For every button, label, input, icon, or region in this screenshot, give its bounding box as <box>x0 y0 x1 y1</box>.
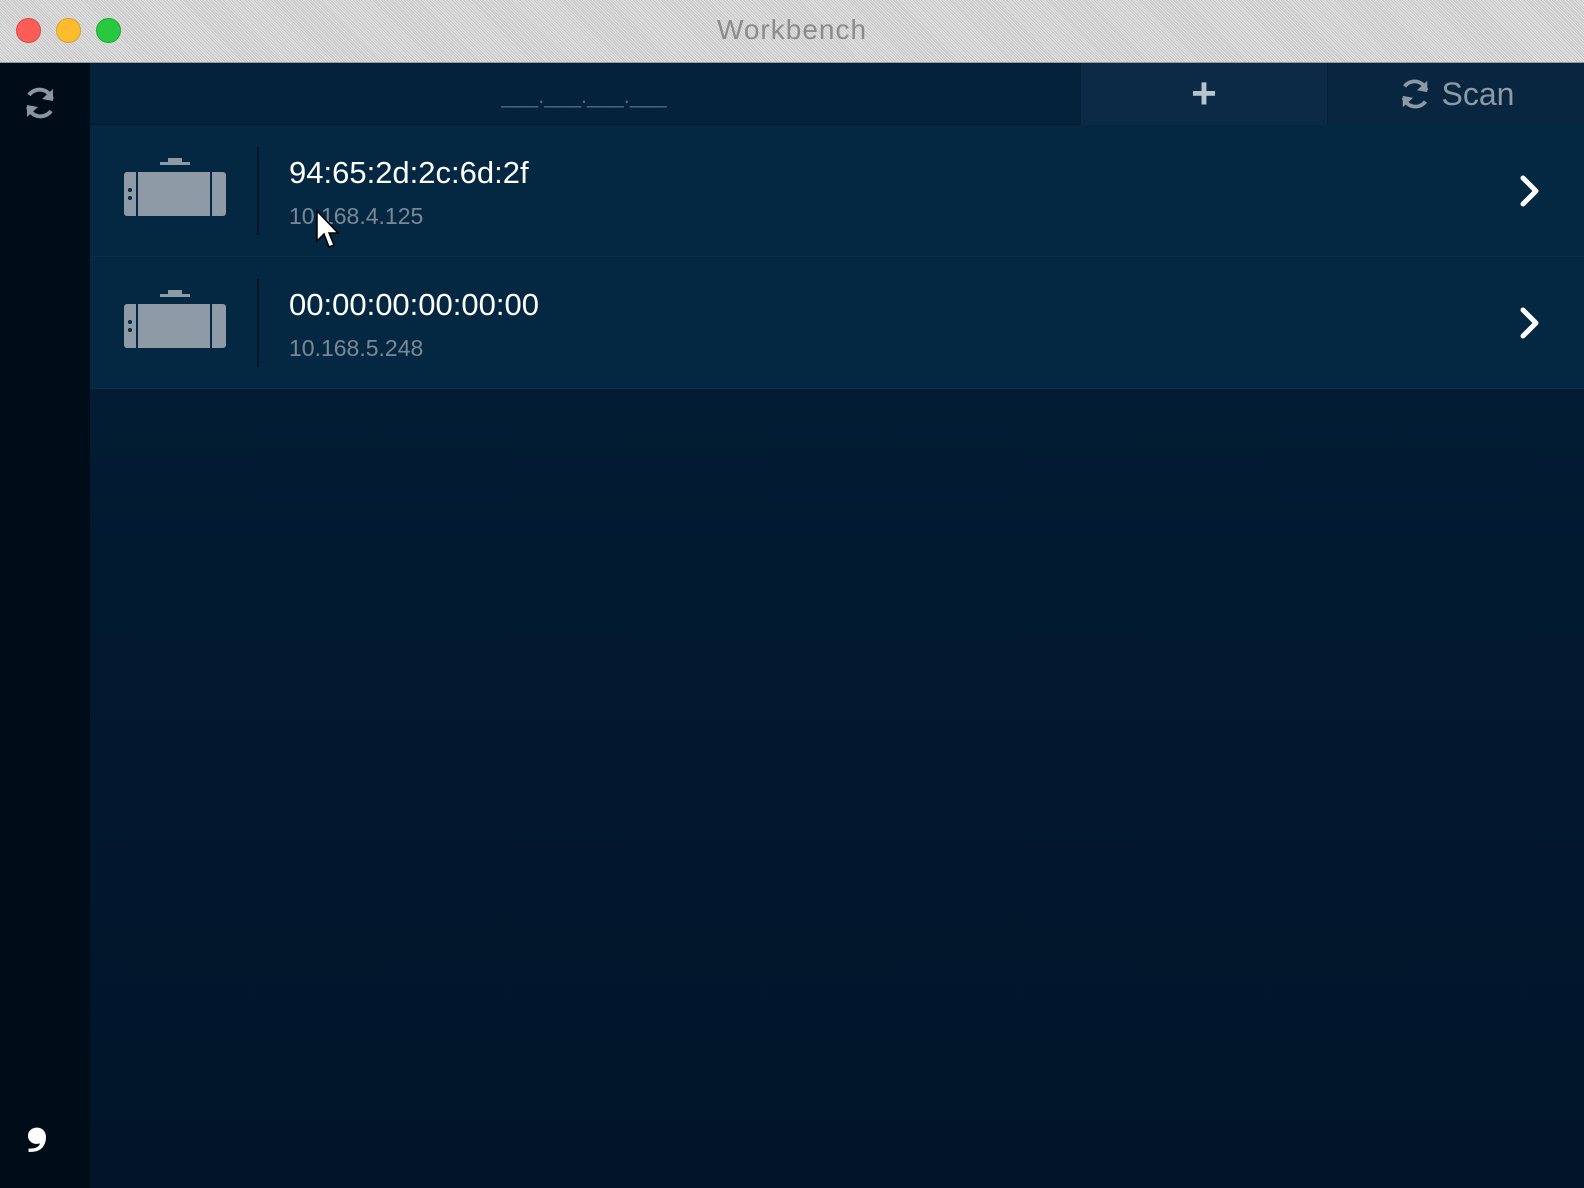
device-mac: 94:65:2d:2c:6d:2f <box>289 155 529 190</box>
mouse-cursor-icon <box>316 210 340 248</box>
scan-label: Scan <box>1441 75 1515 112</box>
device-icon <box>124 158 226 216</box>
sidebar: ❟ <box>0 63 90 1188</box>
refresh-icon <box>1401 79 1428 109</box>
refresh-icon[interactable] <box>22 85 58 121</box>
device-row[interactable]: 00:00:00:00:00:00 10.168.5.248 <box>90 257 1584 389</box>
ip-address-input[interactable] <box>484 83 684 109</box>
chevron-right-icon[interactable] <box>1518 173 1542 209</box>
plus-icon: + <box>1191 69 1217 118</box>
device-mac: 00:00:00:00:00:00 <box>289 287 539 322</box>
add-device-button[interactable]: + <box>1080 63 1327 125</box>
title-bar: Workbench <box>0 0 1584 63</box>
device-ip: 10.168.4.125 <box>289 203 424 229</box>
app-logo: ❟ <box>26 1088 48 1154</box>
scan-button[interactable]: Scan <box>1327 63 1584 125</box>
device-list: 94:65:2d:2c:6d:2f 10.168.4.125 00:00:00:… <box>90 125 1584 389</box>
device-ip: 10.168.5.248 <box>289 335 424 361</box>
main-panel: + Scan 94:65:2d:2c:6d:2f <box>90 63 1584 1188</box>
window-title: Workbench <box>716 14 868 45</box>
chevron-right-icon[interactable] <box>1518 305 1542 341</box>
device-icon <box>124 290 226 348</box>
toolbar: + Scan <box>90 63 1584 125</box>
device-row[interactable]: 94:65:2d:2c:6d:2f 10.168.4.125 <box>90 125 1584 257</box>
row-divider <box>257 147 259 235</box>
row-divider <box>257 279 259 367</box>
